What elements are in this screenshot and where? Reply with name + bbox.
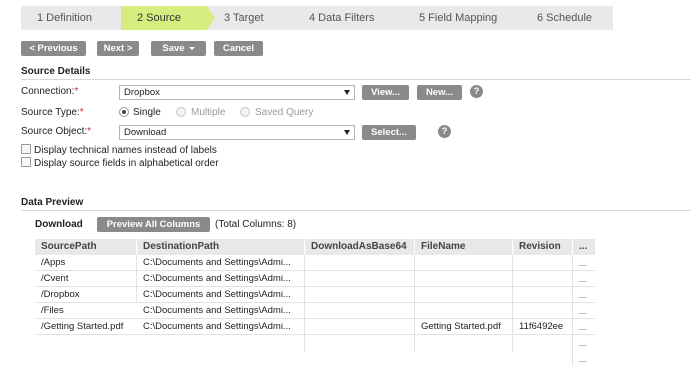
preview-all-columns-button[interactable]: Preview All Columns <box>97 217 210 232</box>
step-data-filters[interactable]: 4 Data Filters <box>293 6 401 30</box>
cell-destinationpath: C:\Documents and Settings\Admi... <box>143 273 291 284</box>
dropdown-arrow-icon <box>344 130 350 135</box>
cell-destinationpath: C:\Documents and Settings\Admi... <box>143 321 291 332</box>
alphabetical-order-label: Display source fields in alphabetical or… <box>34 158 219 169</box>
step-field-mapping[interactable]: 5 Field Mapping <box>401 6 521 30</box>
table-row[interactable]: /Dropbox C:\Documents and Settings\Admi.… <box>35 287 595 303</box>
cell-more: ... <box>579 306 587 316</box>
source-type-label: Source Type:* <box>21 107 84 118</box>
table-row[interactable]: ... <box>35 335 595 351</box>
cancel-button[interactable]: Cancel <box>214 41 263 56</box>
column-header-downloadasbase64[interactable]: DownloadAsBase64 <box>305 239 414 255</box>
divider <box>21 79 691 80</box>
source-type-multiple-radio[interactable] <box>176 107 186 117</box>
source-object-label: Source Object:* <box>21 126 91 137</box>
save-button[interactable]: Save <box>151 41 206 56</box>
technical-names-label: Display technical names instead of label… <box>34 145 217 156</box>
cell-sourcepath: /Cvent <box>41 273 69 284</box>
source-type-single-label: Single <box>133 107 161 118</box>
help-icon[interactable]: ? <box>438 125 451 138</box>
connection-label-text: Connection: <box>21 86 75 97</box>
connection-select[interactable]: Dropbox <box>119 85 355 100</box>
connection-value: Dropbox <box>124 87 160 98</box>
step-definition[interactable]: 1 Definition <box>21 6 121 30</box>
table-row[interactable]: /Files C:\Documents and Settings\Admi...… <box>35 303 595 319</box>
step-schedule[interactable]: 6 Schedule <box>521 6 613 30</box>
save-label: Save <box>162 43 185 54</box>
view-connection-button[interactable]: View... <box>362 85 409 100</box>
column-header-sourcepath[interactable]: SourcePath <box>35 239 136 255</box>
source-object-label-text: Source Object: <box>21 126 88 137</box>
cell-destinationpath: C:\Documents and Settings\Admi... <box>143 257 291 268</box>
column-header-revision[interactable]: Revision <box>513 239 572 255</box>
help-icon[interactable]: ? <box>470 85 483 98</box>
source-object-value: Download <box>124 127 167 138</box>
source-object-select[interactable]: Download <box>119 125 355 140</box>
table-row[interactable]: /Cvent C:\Documents and Settings\Admi...… <box>35 271 595 287</box>
source-type-multiple-label: Multiple <box>191 107 226 118</box>
technical-names-checkbox[interactable] <box>21 144 31 154</box>
step-target[interactable]: 3 Target <box>207 6 293 30</box>
cell-destinationpath: C:\Documents and Settings\Admi... <box>143 305 291 316</box>
cell-more: ... <box>579 354 587 364</box>
divider <box>21 210 691 211</box>
source-type-label-text: Source Type: <box>21 107 80 118</box>
table-row[interactable]: ... <box>35 351 595 366</box>
total-columns-count: (Total Columns: 8) <box>215 219 297 230</box>
cell-more: ... <box>579 338 587 348</box>
source-type-saved-query-label: Saved Query <box>255 107 314 118</box>
source-type-saved-query-radio[interactable] <box>240 107 250 117</box>
previous-button[interactable]: < Previous <box>21 41 86 56</box>
alphabetical-order-checkbox[interactable] <box>21 157 31 167</box>
column-header-destinationpath[interactable]: DestinationPath <box>137 239 304 255</box>
source-type-single-radio[interactable] <box>119 107 129 117</box>
step-source[interactable]: 2 Source <box>121 6 215 30</box>
table-row[interactable]: /Apps C:\Documents and Settings\Admi... … <box>35 255 595 271</box>
select-object-button[interactable]: Select... <box>362 125 416 140</box>
column-header-more[interactable]: ... <box>573 239 595 255</box>
required-mark: * <box>87 126 92 137</box>
cell-sourcepath: /Getting Started.pdf <box>41 321 124 332</box>
cell-more: ... <box>579 258 587 268</box>
dropdown-arrow-icon <box>344 90 350 95</box>
cell-sourcepath: /Apps <box>41 257 66 268</box>
data-preview-title: Data Preview <box>21 197 84 208</box>
cell-more: ... <box>579 274 587 284</box>
chevron-down-icon <box>188 46 195 50</box>
cell-destinationpath: C:\Documents and Settings\Admi... <box>143 289 291 300</box>
column-header-filename[interactable]: FileName <box>415 239 512 255</box>
connection-label: Connection:* <box>21 86 78 97</box>
cell-more: ... <box>579 322 587 332</box>
cell-sourcepath: /Dropbox <box>41 289 80 300</box>
cell-filename: Getting Started.pdf <box>421 321 501 332</box>
required-mark: * <box>79 107 84 118</box>
cell-sourcepath: /Files <box>41 305 64 316</box>
cell-more: ... <box>579 290 587 300</box>
required-mark: * <box>74 86 79 97</box>
table-row[interactable]: /Getting Started.pdf C:\Documents and Se… <box>35 319 595 335</box>
wizard-steps: 1 Definition 2 Source 3 Target 4 Data Fi… <box>21 6 613 30</box>
new-connection-button[interactable]: New... <box>417 85 462 100</box>
cell-revision: 11f6492ee <box>519 321 564 332</box>
source-details-title: Source Details <box>21 66 91 77</box>
next-button[interactable]: Next > <box>97 41 139 56</box>
preview-object-name: Download <box>35 219 83 230</box>
